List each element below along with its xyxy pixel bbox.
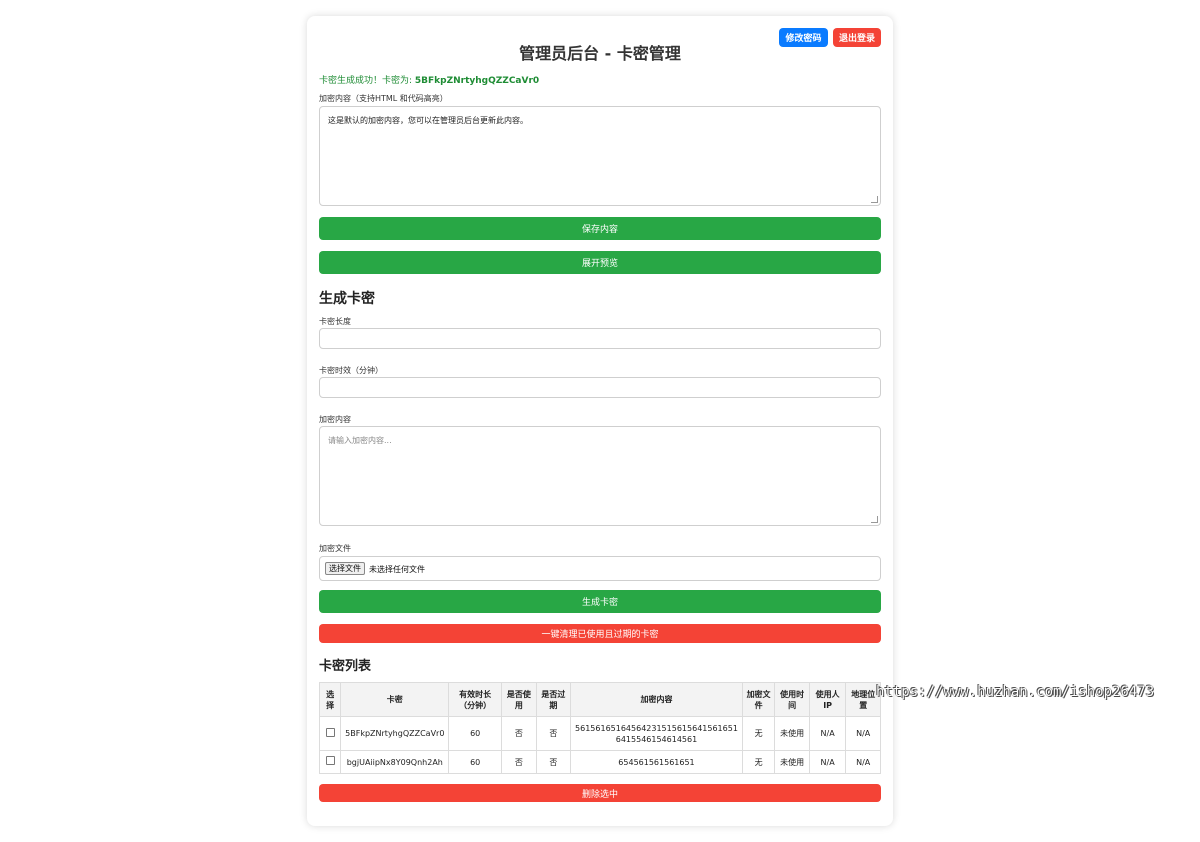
- resize-handle-icon[interactable]: [871, 516, 878, 523]
- table-row: 5BFkpZNrtyhgQZZCaVr0 60 否 否 561561651645…: [318, 716, 881, 751]
- cell-code: 5BFkpZNrtyhgQZZCaVr0: [340, 716, 450, 751]
- table-header-row: 选择 卡密 有效时长（分钟） 是否使用 是否过期 加密内容 加密文件 使用时间 …: [318, 682, 881, 717]
- success-message: 卡密生成成功！卡密为: 5BFkpZNrtyhgQZZCaVr0: [319, 73, 539, 86]
- col-duration: 有效时长（分钟）: [448, 682, 503, 717]
- cell-content: 654561561561651: [570, 750, 743, 774]
- cell-duration: 60: [448, 716, 503, 751]
- col-file: 加密文件: [741, 682, 776, 717]
- cell-duration: 60: [448, 750, 503, 774]
- generated-code: 5BFkpZNrtyhgQZZCaVr0: [414, 76, 540, 86]
- col-ip: 使用人 IP: [808, 682, 847, 717]
- cell-ip: N/A: [808, 716, 847, 751]
- success-prefix: 卡密生成成功！卡密为:: [319, 76, 415, 86]
- page-title: 管理员后台 - 卡密管理: [519, 44, 681, 63]
- row-checkbox-cell: [318, 750, 342, 774]
- cell-expired: 否: [535, 716, 572, 751]
- file-input[interactable]: 选择文件 未选择任何文件: [319, 556, 881, 581]
- admin-card: 修改密码 退出登录 管理员后台 - 卡密管理 卡密生成成功！卡密为: 5BFkp…: [307, 16, 893, 826]
- generate-heading: 生成卡密: [319, 291, 375, 307]
- row-checkbox[interactable]: [325, 727, 335, 737]
- col-code: 卡密: [340, 682, 450, 717]
- cell-location: N/A: [845, 716, 881, 751]
- save-content-button[interactable]: 保存内容: [319, 217, 881, 240]
- row-checkbox-cell: [318, 716, 342, 751]
- watermark-text: https://www.huzhan.com/ishop26473: [876, 684, 1155, 700]
- cleanup-button[interactable]: 一键清理已使用且过期的卡密: [319, 624, 881, 643]
- row-checkbox[interactable]: [325, 756, 335, 765]
- length-label: 卡密长度: [319, 317, 351, 326]
- duration-label: 卡密时效（分钟）: [319, 366, 383, 375]
- content-editor-textarea[interactable]: 这是默认的加密内容，您可以在管理员后台更新此内容。: [319, 106, 881, 206]
- col-use-time: 使用时间: [774, 682, 810, 717]
- cell-file: 无: [741, 716, 776, 751]
- content-editor-value: 这是默认的加密内容，您可以在管理员后台更新此内容。: [328, 116, 528, 125]
- cell-code: bgjUAiipNx8Y09Qnh2Ah: [340, 750, 450, 774]
- cell-expired: 否: [535, 750, 572, 774]
- col-expired: 是否过期: [535, 682, 572, 717]
- resize-handle-icon[interactable]: [871, 196, 878, 203]
- col-used: 是否使用: [501, 682, 537, 717]
- length-input[interactable]: [319, 328, 881, 349]
- list-heading: 卡密列表: [319, 659, 372, 674]
- code-table: 选择 卡密 有效时长（分钟） 是否使用 是否过期 加密内容 加密文件 使用时间 …: [318, 682, 881, 774]
- cell-content: 5615616516456423151561564156165164155461…: [570, 716, 743, 751]
- generate-content-label: 加密内容: [319, 415, 351, 424]
- duration-input[interactable]: [319, 377, 881, 398]
- cell-used: 否: [501, 750, 537, 774]
- col-select: 选择: [318, 682, 342, 717]
- cell-use-time: 未使用: [774, 716, 810, 751]
- generate-content-textarea[interactable]: 请输入加密内容...: [319, 426, 881, 526]
- cell-location: N/A: [845, 750, 881, 774]
- cell-use-time: 未使用: [774, 750, 810, 774]
- cell-used: 否: [501, 716, 537, 751]
- generate-content-placeholder: 请输入加密内容...: [328, 436, 392, 445]
- delete-selected-button[interactable]: 删除选中: [319, 784, 881, 802]
- file-label: 加密文件: [319, 544, 351, 553]
- table-row: bgjUAiipNx8Y09Qnh2Ah 60 否 否 654561561561…: [318, 750, 881, 774]
- choose-file-button[interactable]: 选择文件: [325, 562, 365, 575]
- content-editor-label: 加密内容（支持HTML 和代码高亮）: [319, 94, 448, 103]
- col-content: 加密内容: [570, 682, 743, 717]
- file-status: 未选择任何文件: [369, 565, 425, 574]
- expand-preview-button[interactable]: 展开预览: [319, 251, 881, 274]
- generate-code-button[interactable]: 生成卡密: [319, 590, 881, 613]
- cell-file: 无: [741, 750, 776, 774]
- cell-ip: N/A: [808, 750, 847, 774]
